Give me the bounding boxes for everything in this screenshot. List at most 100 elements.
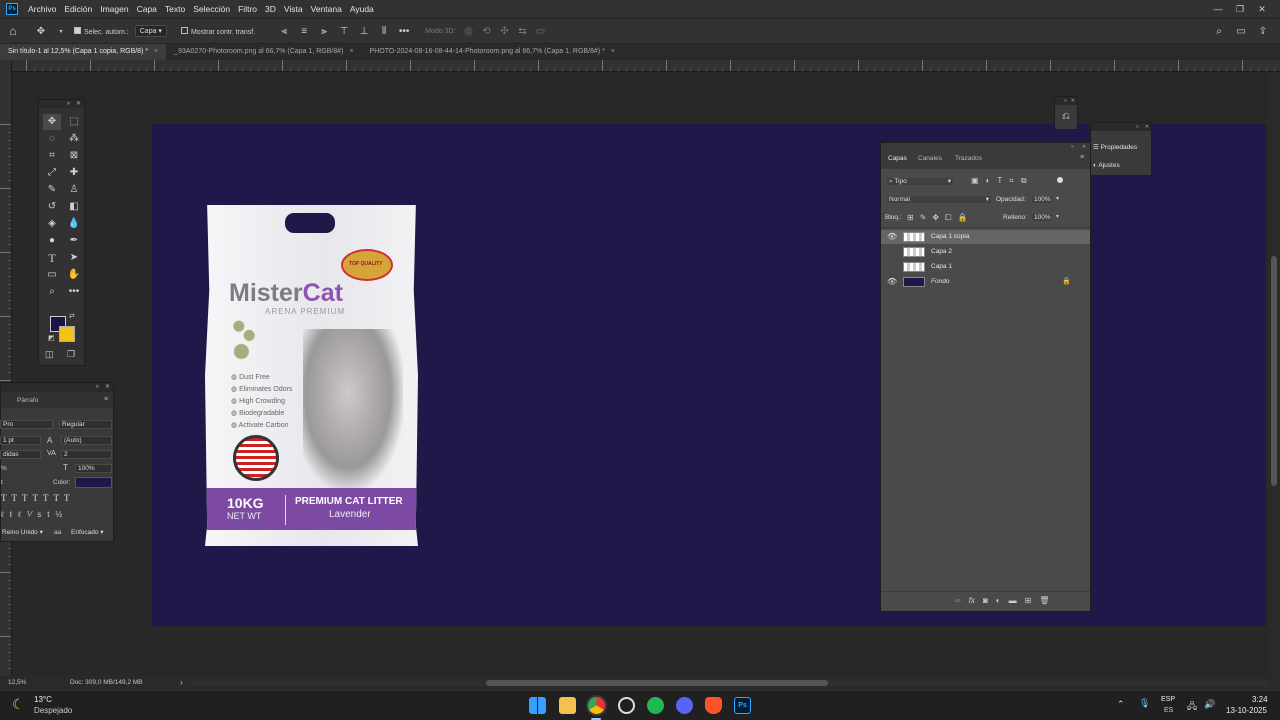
show-transform-checkbox[interactable]: Mostrar contr. transf. xyxy=(180,26,255,36)
move-tool-icon[interactable]: ✥ xyxy=(34,26,48,37)
antialias-dropdown[interactable]: Enfocado ▾ xyxy=(69,529,112,538)
filter-type-icon[interactable]: T xyxy=(997,176,1002,186)
chevron-down-icon[interactable]: ▾ xyxy=(54,28,68,35)
filter-pixel-icon[interactable]: ▣ xyxy=(971,176,979,186)
share-icon[interactable]: ⇪ xyxy=(1256,26,1270,37)
move-tool-icon[interactable]: ✥ xyxy=(43,114,61,130)
lock-transparency-icon[interactable]: ⊞ xyxy=(907,213,914,223)
menu-seleccion[interactable]: Selección xyxy=(189,4,234,14)
paint-bucket-tool-icon[interactable]: ◈ xyxy=(43,216,61,232)
file-explorer-icon[interactable] xyxy=(559,697,576,714)
menu-capa[interactable]: Capa xyxy=(133,4,161,14)
chevron-down-icon[interactable]: ▾ xyxy=(1056,213,1059,220)
new-layer-icon[interactable]: ⊞ xyxy=(1025,596,1032,605)
tab-document-1[interactable]: Sin título-1 al 12,5% (Capa 1 copia, RGB… xyxy=(0,44,167,60)
filter-toggle-icon[interactable] xyxy=(1057,177,1063,183)
tab-close-icon[interactable]: × xyxy=(611,48,615,55)
tracking-field[interactable]: 2 xyxy=(61,450,112,459)
panel-menu-icon[interactable]: ≡ xyxy=(1080,154,1084,161)
font-style-dropdown[interactable]: Regular xyxy=(59,420,112,429)
scrollbar-thumb[interactable] xyxy=(486,680,828,686)
opacity-field[interactable]: 100% xyxy=(1031,195,1053,204)
text-color-swatch[interactable] xyxy=(75,477,112,488)
healing-brush-tool-icon[interactable]: ✚ xyxy=(65,165,83,181)
tab-parrafo[interactable]: Párrafo xyxy=(17,397,38,404)
align-top-icon[interactable]: ⊤ xyxy=(337,26,351,37)
scrollbar-thumb[interactable] xyxy=(1271,256,1277,486)
collapse-icon[interactable]: » xyxy=(67,100,70,108)
pan-3d-icon[interactable]: ✣ xyxy=(498,26,512,37)
menu-filtro[interactable]: Filtro xyxy=(234,4,261,14)
close-icon[interactable]: ✕ xyxy=(1254,1,1270,17)
menu-edicion[interactable]: Edición xyxy=(60,4,96,14)
volume-icon[interactable]: 🔊 xyxy=(1204,699,1215,710)
align-right-icon[interactable]: ⫸ xyxy=(317,26,331,37)
collapse-icon[interactable]: » xyxy=(1064,97,1067,105)
chatgpt-icon[interactable] xyxy=(618,697,635,714)
more-icon[interactable]: ••• xyxy=(397,26,411,37)
panel-menu-icon[interactable]: ≡ xyxy=(104,396,108,403)
home-icon[interactable]: ⌂ xyxy=(6,24,20,38)
screen-mode-icon[interactable]: ❐ xyxy=(67,349,75,360)
quick-mask-icon[interactable]: ◫ xyxy=(45,349,54,360)
adjustment-icon[interactable]: ◐ xyxy=(996,596,1001,605)
layer-filter-dropdown[interactable]: ⌕ Tipo ▾ xyxy=(886,177,954,186)
tab-canales[interactable]: Canales xyxy=(918,155,942,162)
collapse-icon[interactable]: » xyxy=(1136,123,1139,131)
background-color-swatch[interactable] xyxy=(59,326,75,342)
tab-close-icon[interactable]: × xyxy=(154,48,158,55)
menu-imagen[interactable]: Imagen xyxy=(96,4,132,14)
chevron-down-icon[interactable]: ▾ xyxy=(1056,195,1059,202)
microphone-icon[interactable]: 🎙 xyxy=(1139,698,1150,709)
spotify-icon[interactable] xyxy=(647,697,664,714)
fx-icon[interactable]: fx xyxy=(969,596,975,605)
layer-row-capa-1-copia[interactable]: 👁 Capa 1 copia xyxy=(881,230,1090,244)
link-icon[interactable]: ∞ xyxy=(955,596,961,605)
marquee-tool-icon[interactable]: ⬚ xyxy=(65,114,83,130)
document-info[interactable]: Doc: 309,0 MB/149,2 MB xyxy=(70,679,143,686)
chrome-icon[interactable] xyxy=(588,697,605,714)
lock-position-icon[interactable]: ✥ xyxy=(932,213,939,223)
leading-field[interactable]: (Auto) xyxy=(61,436,112,445)
font-family-dropdown[interactable]: Pro xyxy=(0,420,53,429)
scale-3d-icon[interactable]: ▭ xyxy=(534,26,548,37)
eye-hidden-icon[interactable]: · xyxy=(887,262,890,271)
workspace-icon[interactable]: ▭ xyxy=(1234,26,1248,37)
trash-icon[interactable]: 🗑 xyxy=(1039,596,1049,605)
zoom-level[interactable]: 12,5% xyxy=(8,679,26,686)
blur-tool-icon[interactable]: 💧 xyxy=(65,216,83,232)
language-dropdown[interactable]: Reino Unido ▾ xyxy=(0,529,48,538)
roll-3d-icon[interactable]: ⟲ xyxy=(480,26,494,37)
clock-date[interactable]: 13-10-2025 xyxy=(1226,706,1267,715)
search-icon[interactable]: ⌕ xyxy=(1212,26,1226,37)
eye-icon[interactable]: 👁 xyxy=(887,277,897,286)
layer-row-fondo[interactable]: 👁 Fondo 🔒 xyxy=(881,275,1090,289)
dodge-tool-icon[interactable]: ● xyxy=(43,233,61,249)
tab-capas[interactable]: Capas xyxy=(888,155,907,162)
collapse-icon[interactable]: » xyxy=(96,383,99,392)
zoom-tool-icon[interactable]: ⌕ xyxy=(43,284,61,300)
hand-tool-icon[interactable]: ✋ xyxy=(65,267,83,283)
blend-mode-dropdown[interactable]: Normal ▾ xyxy=(886,195,992,204)
close-icon[interactable]: ✕ xyxy=(1145,123,1149,131)
adjustments-button[interactable]: ◐ Ajustes xyxy=(1093,162,1120,169)
discord-icon[interactable] xyxy=(676,697,693,714)
fill-field[interactable]: 100% xyxy=(1031,213,1053,222)
eye-icon[interactable]: 👁 xyxy=(887,232,897,241)
close-icon[interactable]: ✕ xyxy=(1082,144,1086,150)
brush-tool-icon[interactable]: ✎ xyxy=(43,182,61,198)
stamp-tool-icon[interactable]: ♙ xyxy=(65,182,83,198)
history-icon[interactable]: ⎌ xyxy=(1055,111,1077,122)
opentype-buttons[interactable]: ℓℓℓ⅟st½ xyxy=(1,510,68,519)
close-icon[interactable]: ✕ xyxy=(76,100,81,108)
layer-row-capa-1[interactable]: · Capa 1 xyxy=(881,260,1090,274)
product-image-bag[interactable]: TOP QUALITY MisterCat ARENA PREMIUM ◍ Du… xyxy=(205,205,418,546)
tab-close-icon[interactable]: × xyxy=(349,48,353,55)
menu-archivo[interactable]: Archivo xyxy=(24,4,60,14)
filter-shape-icon[interactable]: ⌗ xyxy=(1009,176,1014,186)
minimize-icon[interactable]: — xyxy=(1210,1,1226,17)
filter-adjustment-icon[interactable]: ◐ xyxy=(986,176,991,186)
slide-3d-icon[interactable]: ⇆ xyxy=(516,26,530,37)
weather-moon-icon[interactable]: ☾ xyxy=(12,696,25,713)
type-style-buttons[interactable]: TTTTTTT xyxy=(1,493,74,503)
